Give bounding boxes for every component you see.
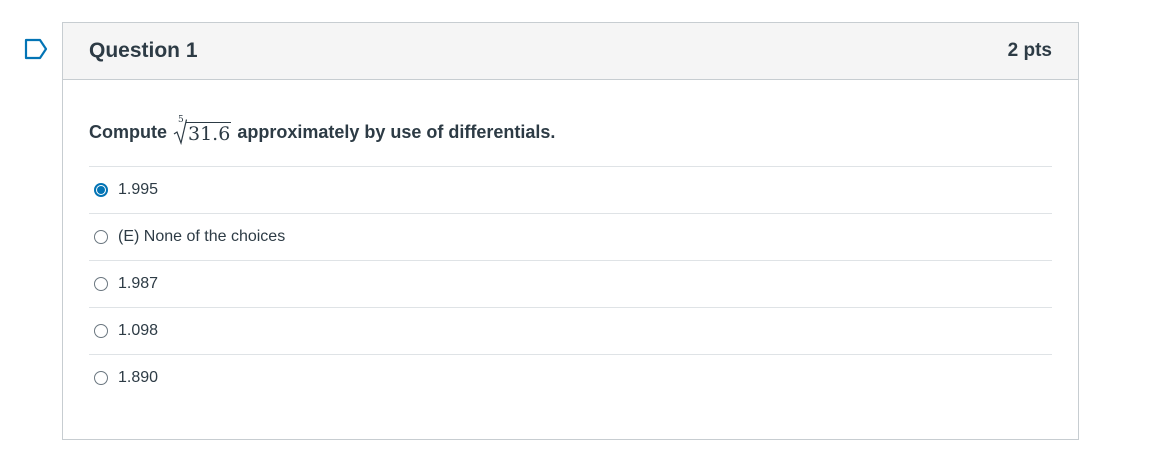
answer-label: (E) None of the choices [118, 228, 286, 245]
flag-question-icon[interactable] [24, 38, 48, 60]
fifth-root-expression: 5 31.6 [173, 115, 232, 145]
answer-label: 1.890 [118, 369, 159, 386]
question-text: Compute 5 31.6 approximately by use of d… [89, 115, 1052, 145]
answer-option[interactable]: 1.098 [89, 307, 1052, 354]
question-text-after: approximately by use of differentials. [237, 121, 556, 142]
answer-option[interactable]: 1.987 [89, 260, 1052, 307]
answer-label: 1.098 [118, 322, 159, 339]
answer-label: 1.995 [118, 181, 159, 198]
radio-button[interactable] [94, 324, 108, 338]
answer-option[interactable]: 1.890 [89, 354, 1052, 401]
question-text-before: Compute [89, 121, 167, 142]
radical-index: 5 [178, 115, 184, 125]
question-header: Question 1 2 pts [63, 23, 1078, 80]
question-card: Question 1 2 pts Compute 5 31.6 approxim… [62, 22, 1079, 440]
radio-button-selected[interactable] [94, 183, 108, 197]
radio-button[interactable] [94, 277, 108, 291]
answer-list: 1.995 (E) None of the choices 1.987 1.09… [89, 166, 1052, 401]
radio-button[interactable] [94, 371, 108, 385]
radicand: 31.6 [186, 122, 232, 145]
answer-label: 1.987 [118, 275, 159, 292]
question-points: 2 pts [1007, 40, 1052, 61]
question-title: Question 1 [89, 39, 198, 62]
radio-button[interactable] [94, 230, 108, 244]
answer-option[interactable]: (E) None of the choices [89, 213, 1052, 260]
answer-option[interactable]: 1.995 [89, 166, 1052, 213]
question-body: Compute 5 31.6 approximately by use of d… [63, 115, 1078, 401]
